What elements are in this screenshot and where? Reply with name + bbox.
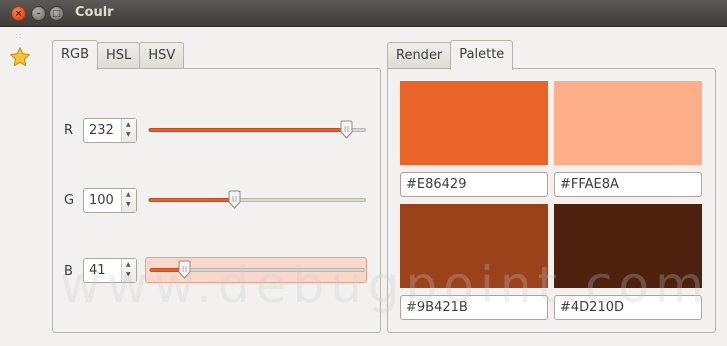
app-window: × – □ Coulr ∷ RGB HSL HSV R 232 ▲ ▼ G 100… — [0, 0, 727, 346]
minimize-button[interactable]: – — [31, 6, 46, 21]
close-button[interactable]: × — [11, 6, 26, 21]
tab-rgb[interactable]: RGB — [52, 40, 99, 70]
palette-swatch-4[interactable] — [554, 204, 702, 288]
blue-slider-handle[interactable] — [178, 260, 191, 279]
green-decrement-icon[interactable]: ▼ — [126, 201, 131, 208]
red-spinbutton[interactable]: 232 ▲ ▼ — [83, 118, 137, 143]
blue-decrement-icon[interactable]: ▼ — [126, 271, 131, 278]
green-spinbutton[interactable]: 100 ▲ ▼ — [83, 188, 137, 213]
tab-palette[interactable]: Palette — [450, 40, 514, 70]
blue-increment-icon[interactable]: ▲ — [126, 261, 131, 268]
red-increment-icon[interactable]: ▲ — [126, 121, 131, 128]
red-value[interactable]: 232 — [89, 123, 114, 138]
palette-swatch-3[interactable] — [400, 204, 548, 288]
green-value[interactable]: 100 — [89, 193, 114, 208]
maximize-button[interactable]: □ — [49, 6, 64, 21]
green-increment-icon[interactable]: ▲ — [126, 191, 131, 198]
drag-grip-icon[interactable]: ∷ — [16, 32, 22, 41]
blue-label: B — [64, 264, 73, 279]
red-slider-handle[interactable] — [340, 120, 353, 139]
red-slider[interactable] — [145, 117, 367, 143]
tab-hsl[interactable]: HSL — [97, 42, 141, 69]
palette-hex-field-4[interactable]: #4D210D — [554, 295, 702, 320]
palette-swatch-1[interactable] — [400, 81, 548, 165]
palette-hex-field-1[interactable]: #E86429 — [400, 172, 548, 197]
red-label: R — [64, 123, 74, 138]
palette-hex-field-2[interactable]: #FFAE8A — [554, 172, 702, 197]
green-slider-handle[interactable] — [228, 190, 241, 209]
blue-spinbutton[interactable]: 41 ▲ ▼ — [83, 258, 137, 283]
star-icon[interactable] — [9, 46, 31, 68]
window-title: Coulr — [75, 5, 114, 20]
green-slider-fill — [149, 198, 234, 202]
output-tabs: Render Palette — [387, 40, 514, 70]
tab-render[interactable]: Render — [387, 42, 452, 69]
blue-value[interactable]: 41 — [89, 263, 106, 278]
green-label: G — [64, 193, 75, 208]
palette-swatch-2[interactable] — [554, 81, 702, 165]
palette-hex-field-3[interactable]: #9B421B — [400, 295, 548, 320]
blue-slider[interactable] — [145, 257, 367, 283]
red-decrement-icon[interactable]: ▼ — [126, 131, 131, 138]
title-bar: × – □ Coulr — [0, 0, 727, 27]
color-model-tabs: RGB HSL HSV — [52, 40, 185, 70]
red-slider-fill — [149, 128, 346, 132]
green-slider[interactable] — [145, 187, 367, 213]
tab-hsv[interactable]: HSV — [139, 42, 185, 69]
